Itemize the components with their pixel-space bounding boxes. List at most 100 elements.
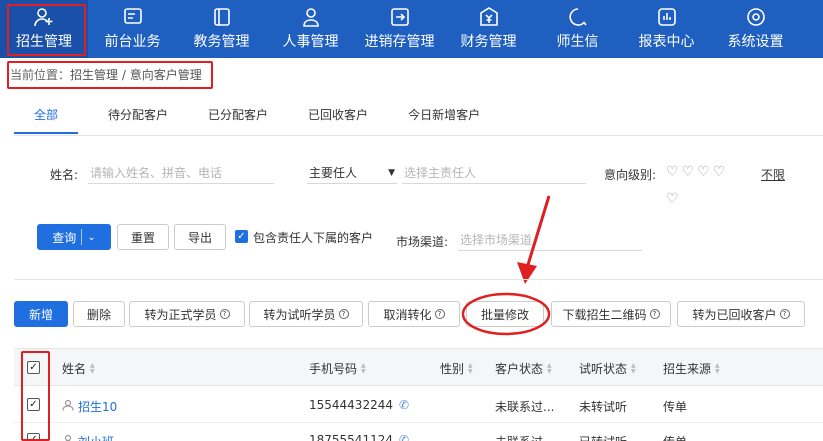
col-phone[interactable]: 手机号码 ▲ ▼ — [309, 360, 366, 377]
nav-label: 前台业务 — [104, 34, 161, 50]
delete-button[interactable]: 删除 — [73, 301, 125, 327]
heart-icon[interactable]: ♡ — [682, 164, 695, 180]
row-name[interactable]: 刘小班 — [62, 433, 114, 441]
nav-item-enrollment[interactable]: 招生管理 — [0, 0, 88, 58]
person-icon — [301, 7, 321, 27]
split-divider — [81, 229, 83, 245]
nav-item-hr[interactable]: 人事管理 — [266, 0, 355, 58]
help-icon: ? — [219, 309, 230, 319]
tab-all[interactable]: 全部 — [14, 96, 79, 134]
caret-down-icon: ▼ — [388, 167, 395, 178]
to-recycled-label: 转为已回收客户 — [692, 307, 777, 322]
col-source[interactable]: 招生来源 ▲ ▼ — [663, 360, 720, 377]
to-recycled-button[interactable]: 转为已回收客户? — [677, 301, 805, 327]
tabs-divider — [14, 135, 823, 136]
query-split-button[interactable]: 查询 ⌄ — [37, 224, 111, 250]
tab-today-new[interactable]: 今日新增客户 — [388, 96, 500, 134]
help-icon: ? — [434, 309, 445, 319]
nav-label: 师生信 — [556, 34, 599, 50]
annotation-ellipse — [461, 292, 551, 336]
row-name-text: 招生10 — [78, 400, 118, 414]
row-checkbox[interactable]: ✓ — [27, 433, 40, 441]
double-chevron-down-icon[interactable]: ⌄ — [87, 232, 95, 243]
nav-item-inventory[interactable]: 进销存管理 — [355, 0, 444, 58]
sort-icon[interactable]: ▲ ▼ — [715, 362, 720, 375]
col-trial[interactable]: 试听状态 ▲ ▼ — [579, 360, 636, 377]
login-box-icon — [390, 7, 410, 27]
nav-item-academic[interactable]: 教务管理 — [177, 0, 266, 58]
nav-item-finance[interactable]: 财务管理 — [444, 0, 533, 58]
yen-shield-icon — [479, 7, 499, 27]
table-row[interactable]: ✓ 招生10 15544432244 ✆ 未联系过... 未转试听 传单 — [14, 387, 823, 423]
row-name[interactable]: 招生10 — [62, 398, 117, 415]
row-checkbox[interactable]: ✓ — [27, 398, 40, 411]
download-qr-button[interactable]: 下载招生二维码? — [551, 301, 671, 327]
row-trial: 未转试听 — [579, 400, 628, 414]
add-button[interactable]: 新增 — [14, 301, 68, 327]
export-button[interactable]: 导出 — [174, 224, 226, 250]
include-sub-label: 包含责任人下属的客户 — [253, 231, 374, 245]
table-row[interactable]: ✓ 刘小班 18755541124 ✆ 未联系过... 已转试听 传单 — [14, 424, 823, 441]
include-sub-checkbox[interactable]: ✓ — [235, 230, 248, 243]
user-add-icon — [34, 7, 54, 27]
cancel-convert-button[interactable]: 取消转化? — [368, 301, 460, 327]
col-trial-label: 试听状态 — [579, 362, 628, 376]
heart-icon[interactable]: ♡ — [666, 191, 679, 207]
tab-recycled[interactable]: 已回收客户 — [288, 96, 388, 134]
col-name-label: 姓名 — [62, 362, 87, 376]
nav-item-front-desk[interactable]: 前台业务 — [88, 0, 177, 58]
owner-input[interactable] — [402, 162, 586, 184]
row-phone: 15544432244 ✆ — [309, 398, 409, 412]
nav-label: 进销存管理 — [364, 34, 435, 50]
heart-icon[interactable]: ♡ — [666, 164, 679, 180]
nav-label: 财务管理 — [460, 34, 517, 50]
row-phone-text: 18755541124 — [309, 433, 393, 441]
row-status: 未联系过... — [495, 400, 555, 414]
col-gender[interactable]: 性别 ▲ ▼ — [440, 360, 473, 377]
row-name-text: 刘小班 — [78, 433, 114, 441]
query-button-label: 查询 — [52, 230, 77, 245]
col-name[interactable]: 姓名 ▲ ▼ — [62, 360, 95, 377]
heart-icon[interactable]: ♡ — [713, 164, 726, 180]
user-icon — [62, 434, 74, 441]
sort-icon[interactable]: ▲ ▼ — [468, 362, 473, 375]
to-trial-button[interactable]: 转为试听学员? — [249, 301, 363, 327]
col-status[interactable]: 客户状态 ▲ ▼ — [495, 360, 552, 377]
nav-item-reports[interactable]: 报表中心 — [622, 0, 711, 58]
sort-icon[interactable]: ▲ ▼ — [631, 362, 636, 375]
row-status: 未联系过... — [495, 433, 554, 441]
top-nav: 招生管理 前台业务 教务管理 人事管理 进销存管理 财务管理 师生信 报表中心 … — [0, 0, 823, 58]
level-unlimited-link[interactable]: 不限 — [761, 166, 785, 183]
sort-icon[interactable]: ▲ ▼ — [90, 362, 95, 375]
nav-item-messages[interactable]: 师生信 — [533, 0, 622, 58]
section-divider — [14, 279, 823, 280]
sort-icon[interactable]: ▲ ▼ — [547, 362, 552, 375]
user-icon — [62, 399, 74, 414]
row-source: 传单 — [663, 400, 688, 414]
owner-select[interactable]: 主要任人 ▼ — [307, 162, 397, 184]
phone-call-icon[interactable]: ✆ — [399, 433, 409, 441]
level-label: 意向级别: — [604, 168, 657, 182]
level-hearts-row2: ♡ — [666, 191, 679, 207]
reset-button[interactable]: 重置 — [117, 224, 169, 250]
owner-select-value: 主要任人 — [309, 166, 358, 180]
col-source-label: 招生来源 — [663, 362, 712, 376]
to-student-label: 转为正式学员 — [144, 307, 217, 322]
chart-icon — [657, 7, 677, 27]
tab-assigned[interactable]: 已分配客户 — [188, 96, 288, 134]
heart-icon[interactable]: ♡ — [697, 164, 710, 180]
breadcrumb-prefix: 当前位置： — [10, 68, 71, 82]
download-qr-label: 下载招生二维码 — [562, 307, 647, 322]
row-source: 传单 — [663, 433, 687, 441]
nav-label: 系统设置 — [727, 34, 784, 50]
breadcrumb-path[interactable]: 招生管理 / 意向客户管理 — [70, 68, 202, 82]
nav-item-settings[interactable]: 系统设置 — [711, 0, 800, 58]
to-trial-label: 转为试听学员 — [263, 307, 336, 322]
sort-icon[interactable]: ▲ ▼ — [361, 362, 366, 375]
name-label: 姓名: — [50, 168, 79, 182]
to-student-button[interactable]: 转为正式学员? — [129, 301, 245, 327]
tab-pending[interactable]: 待分配客户 — [78, 96, 188, 134]
name-search-input[interactable] — [88, 162, 274, 184]
select-all-checkbox[interactable]: ✓ — [27, 361, 40, 374]
phone-call-icon[interactable]: ✆ — [399, 398, 409, 412]
